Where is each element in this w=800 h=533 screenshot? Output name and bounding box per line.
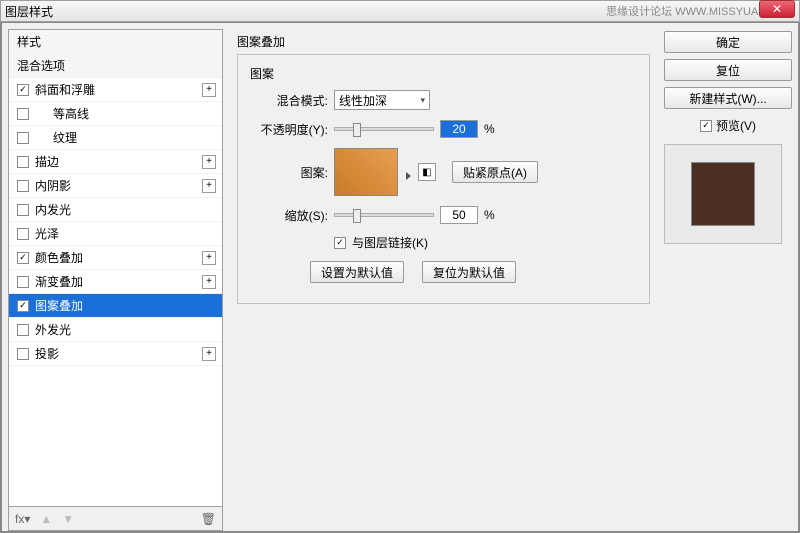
checkbox-icon[interactable]: ✓ [17,84,29,96]
trash-icon[interactable]: 🗑 [201,512,216,526]
plus-icon[interactable]: + [202,347,216,361]
plus-icon[interactable]: + [202,179,216,193]
sidebar-item-13[interactable]: 投影 + [9,342,222,366]
sidebar-item-label: 颜色叠加 [35,249,83,266]
sidebar-item-9[interactable]: ✓ 颜色叠加 + [9,246,222,270]
right-panel: 确定 复位 新建样式(W)... ✓ 预览(V) [664,29,792,531]
plus-icon[interactable]: + [202,83,216,97]
checkbox-icon[interactable] [17,108,29,120]
percent-label: % [484,122,495,136]
fx-icon[interactable]: fx▾ [15,512,30,526]
up-icon[interactable]: ▲ [40,512,52,526]
sidebar-item-7[interactable]: 内发光 [9,198,222,222]
checkbox-icon[interactable]: ✓ [17,300,29,312]
set-default-button[interactable]: 设置为默认值 [310,261,404,283]
sidebar-item-label: 内发光 [35,201,71,218]
ok-button[interactable]: 确定 [664,31,792,53]
sidebar-item-label: 样式 [17,33,41,50]
dialog-body: 样式混合选项✓斜面和浮雕+等高线纹理描边+内阴影+内发光光泽✓颜色叠加+渐变叠加… [1,22,799,532]
checkbox-icon[interactable] [17,180,29,192]
blend-mode-select[interactable]: 线性加深 [334,90,430,110]
preview-label: 预览(V) [716,117,756,134]
pattern-label: 图案: [250,164,328,181]
title-bar: 图层样式 思缘设计论坛 WWW.MISSYUAN.COM ✕ [0,0,800,22]
sidebar-item-label: 斜面和浮雕 [35,81,95,98]
pattern-group: 图案 混合模式: 线性加深 不透明度(Y): 20 % 图案: ◧ 贴紧原点(A… [237,54,650,304]
sidebar-item-0[interactable]: 样式 [9,30,222,54]
left-panel: 样式混合选项✓斜面和浮雕+等高线纹理描边+内阴影+内发光光泽✓颜色叠加+渐变叠加… [8,29,223,531]
group-label: 图案 [250,65,637,82]
scale-slider[interactable] [334,213,434,217]
checkbox-icon[interactable] [17,324,29,336]
sidebar-item-2[interactable]: ✓ 斜面和浮雕 + [9,78,222,102]
sidebar-item-4[interactable]: 纹理 [9,126,222,150]
sidebar-item-label: 投影 [35,345,59,362]
cancel-button[interactable]: 复位 [664,59,792,81]
link-layer-label: 与图层链接(K) [352,234,428,251]
new-style-button[interactable]: 新建样式(W)... [664,87,792,109]
settings-panel: 图案叠加 图案 混合模式: 线性加深 不透明度(Y): 20 % 图案: ◧ 贴… [229,29,658,531]
scale-label: 缩放(S): [250,207,328,224]
checkbox-icon[interactable] [17,132,29,144]
sidebar-item-5[interactable]: 描边 + [9,150,222,174]
close-button[interactable]: ✕ [759,0,795,18]
checkbox-icon[interactable] [17,348,29,360]
list-toolbar: fx▾ ▲ ▼ 🗑 [8,507,223,531]
blend-mode-label: 混合模式: [250,92,328,109]
sidebar-item-label: 描边 [35,153,59,170]
sidebar-item-label: 等高线 [53,105,89,122]
snap-origin-button[interactable]: 贴紧原点(A) [452,161,538,183]
sidebar-item-label: 图案叠加 [35,297,83,314]
scale-input[interactable]: 50 [440,206,478,224]
preview-box [664,144,782,244]
panel-title: 图案叠加 [237,33,650,50]
sidebar-item-label: 光泽 [35,225,59,242]
new-preset-icon[interactable]: ◧ [418,163,436,181]
checkbox-icon[interactable]: ✓ [17,252,29,264]
checkbox-icon[interactable] [17,156,29,168]
sidebar-item-label: 外发光 [35,321,71,338]
checkbox-icon[interactable] [17,228,29,240]
percent-label: % [484,208,495,222]
plus-icon[interactable]: + [202,275,216,289]
sidebar-item-label: 混合选项 [17,57,65,74]
down-icon[interactable]: ▼ [62,512,74,526]
sidebar-item-8[interactable]: 光泽 [9,222,222,246]
opacity-label: 不透明度(Y): [250,121,328,138]
sidebar-item-6[interactable]: 内阴影 + [9,174,222,198]
opacity-input[interactable]: 20 [440,120,478,138]
preview-swatch [691,162,755,226]
sidebar-item-label: 内阴影 [35,177,71,194]
link-layer-checkbox[interactable]: ✓ [334,237,346,249]
sidebar-item-11[interactable]: ✓ 图案叠加 [9,294,222,318]
sidebar-item-3[interactable]: 等高线 [9,102,222,126]
plus-icon[interactable]: + [202,155,216,169]
style-list: 样式混合选项✓斜面和浮雕+等高线纹理描边+内阴影+内发光光泽✓颜色叠加+渐变叠加… [8,29,223,507]
plus-icon[interactable]: + [202,251,216,265]
sidebar-item-1[interactable]: 混合选项 [9,54,222,78]
sidebar-item-12[interactable]: 外发光 [9,318,222,342]
sidebar-item-label: 纹理 [53,129,77,146]
checkbox-icon[interactable] [17,276,29,288]
preview-checkbox[interactable]: ✓ [700,120,712,132]
window-title: 图层样式 [5,3,606,20]
pattern-picker[interactable] [334,148,398,196]
sidebar-item-10[interactable]: 渐变叠加 + [9,270,222,294]
checkbox-icon[interactable] [17,204,29,216]
reset-default-button[interactable]: 复位为默认值 [422,261,516,283]
sidebar-item-label: 渐变叠加 [35,273,83,290]
opacity-slider[interactable] [334,127,434,131]
